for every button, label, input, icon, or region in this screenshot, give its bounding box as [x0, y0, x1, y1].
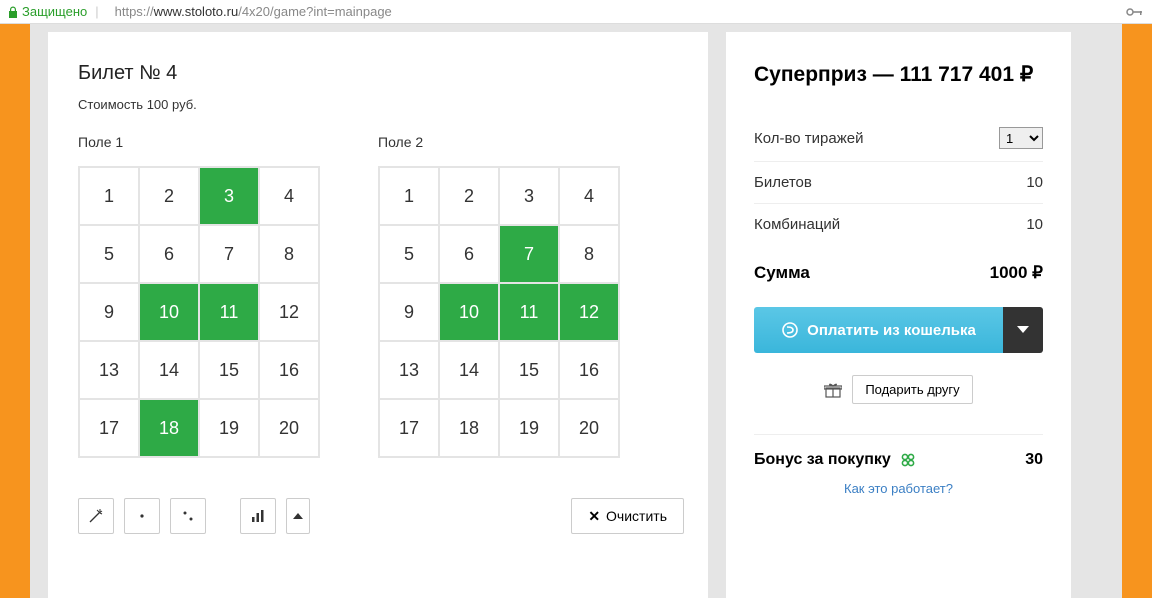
lock-icon — [8, 6, 18, 18]
number-cell-10[interactable]: 10 — [439, 283, 499, 341]
superprize-title: Суперприз — 111 717 401 ₽ — [754, 62, 1043, 87]
bonus-row: Бонус за покупку 30 — [754, 434, 1043, 469]
key-icon — [1126, 6, 1144, 18]
dice-2-icon — [180, 508, 196, 524]
number-cell-18[interactable]: 18 — [439, 399, 499, 457]
tickets-label: Билетов — [754, 174, 812, 191]
bar-chart-icon — [250, 508, 266, 524]
url-text: https://www.stoloto.ru/4x20/game?int=mai… — [115, 4, 392, 19]
number-cell-13[interactable]: 13 — [79, 341, 139, 399]
number-cell-20[interactable]: 20 — [259, 399, 319, 457]
combos-value: 10 — [1026, 216, 1043, 233]
sum-label: Сумма — [754, 263, 810, 283]
number-cell-14[interactable]: 14 — [439, 341, 499, 399]
sum-row: Сумма 1000 ₽ — [754, 263, 1043, 283]
number-cell-3[interactable]: 3 — [499, 167, 559, 225]
pay-button[interactable]: Оплатить из кошелька — [754, 307, 1003, 353]
toolbar: ✕ Очистить — [78, 498, 684, 534]
wallet-icon — [781, 321, 799, 339]
gift-button[interactable]: Подарить другу — [852, 375, 972, 404]
number-cell-19[interactable]: 19 — [499, 399, 559, 457]
gift-icon — [824, 382, 842, 398]
number-cell-9[interactable]: 9 — [379, 283, 439, 341]
number-cell-17[interactable]: 17 — [79, 399, 139, 457]
gift-row: Подарить другу — [754, 375, 1043, 404]
pay-wrap: Оплатить из кошелька — [754, 307, 1043, 353]
bonus-label: Бонус за покупку — [754, 451, 891, 469]
number-cell-2[interactable]: 2 — [139, 167, 199, 225]
clear-label: Очистить — [606, 508, 667, 524]
bonus-value: 30 — [1025, 451, 1043, 469]
ticket-title: Билет № 4 — [78, 62, 684, 85]
number-cell-15[interactable]: 15 — [199, 341, 259, 399]
number-cell-19[interactable]: 19 — [199, 399, 259, 457]
number-cell-12[interactable]: 12 — [259, 283, 319, 341]
pay-label: Оплатить из кошелька — [807, 322, 976, 339]
draws-select[interactable]: 1 — [999, 127, 1043, 149]
magic-wand-icon — [87, 507, 105, 525]
clear-button[interactable]: ✕ Очистить — [571, 498, 684, 534]
number-cell-1[interactable]: 1 — [79, 167, 139, 225]
pay-dropdown[interactable] — [1003, 307, 1043, 353]
dice-2-button[interactable] — [170, 498, 206, 534]
number-cell-4[interactable]: 4 — [259, 167, 319, 225]
ticket-cost: Стоимость 100 руб. — [78, 97, 684, 112]
secure-indicator: Защищено — [8, 4, 87, 19]
number-cell-18[interactable]: 18 — [139, 399, 199, 457]
tickets-value: 10 — [1026, 174, 1043, 191]
number-cell-12[interactable]: 12 — [559, 283, 619, 341]
dice-1-icon — [134, 508, 150, 524]
number-cell-13[interactable]: 13 — [379, 341, 439, 399]
number-cell-6[interactable]: 6 — [139, 225, 199, 283]
edge-left — [0, 24, 30, 598]
number-cell-4[interactable]: 4 — [559, 167, 619, 225]
number-cell-7[interactable]: 7 — [199, 225, 259, 283]
number-cell-6[interactable]: 6 — [439, 225, 499, 283]
caret-down-icon — [1017, 326, 1029, 334]
number-cell-5[interactable]: 5 — [379, 225, 439, 283]
grid-2: 1234567891011121314151617181920 — [378, 166, 620, 458]
number-cell-15[interactable]: 15 — [499, 341, 559, 399]
magic-wand-button[interactable] — [78, 498, 114, 534]
ticket-panel: Билет № 4 Стоимость 100 руб. Поле 1 1234… — [48, 32, 708, 598]
close-icon: ✕ — [588, 508, 600, 525]
number-cell-7[interactable]: 7 — [499, 225, 559, 283]
number-cell-2[interactable]: 2 — [439, 167, 499, 225]
number-cell-16[interactable]: 16 — [259, 341, 319, 399]
secure-label: Защищено — [22, 4, 87, 19]
draws-label: Кол-во тиражей — [754, 130, 864, 147]
number-cell-11[interactable]: 11 — [499, 283, 559, 341]
how-it-works-link[interactable]: Как это работает? — [754, 481, 1043, 496]
field-1: Поле 1 1234567891011121314151617181920 — [78, 134, 320, 458]
summary-panel: Суперприз — 111 717 401 ₽ Кол-во тиражей… — [726, 32, 1071, 598]
number-cell-3[interactable]: 3 — [199, 167, 259, 225]
grid-1: 1234567891011121314151617181920 — [78, 166, 320, 458]
number-cell-8[interactable]: 8 — [559, 225, 619, 283]
field-2: Поле 2 1234567891011121314151617181920 — [378, 134, 620, 458]
number-cell-5[interactable]: 5 — [79, 225, 139, 283]
draws-row: Кол-во тиражей 1 — [754, 115, 1043, 162]
url-bar: Защищено | https://www.stoloto.ru/4x20/g… — [0, 0, 1152, 24]
combos-row: Комбинаций 10 — [754, 204, 1043, 245]
number-cell-17[interactable]: 17 — [379, 399, 439, 457]
number-cell-11[interactable]: 11 — [199, 283, 259, 341]
number-cell-9[interactable]: 9 — [79, 283, 139, 341]
clover-icon — [899, 451, 917, 469]
number-cell-1[interactable]: 1 — [379, 167, 439, 225]
number-cell-16[interactable]: 16 — [559, 341, 619, 399]
expand-button[interactable] — [286, 498, 310, 534]
field-1-label: Поле 1 — [78, 134, 320, 150]
number-cell-10[interactable]: 10 — [139, 283, 199, 341]
field-2-label: Поле 2 — [378, 134, 620, 150]
edge-right — [1122, 24, 1152, 598]
dice-1-button[interactable] — [124, 498, 160, 534]
tickets-row: Билетов 10 — [754, 162, 1043, 204]
number-cell-20[interactable]: 20 — [559, 399, 619, 457]
combos-label: Комбинаций — [754, 216, 840, 233]
caret-up-icon — [293, 513, 303, 519]
stats-button[interactable] — [240, 498, 276, 534]
sum-value: 1000 ₽ — [990, 263, 1043, 283]
number-cell-14[interactable]: 14 — [139, 341, 199, 399]
number-cell-8[interactable]: 8 — [259, 225, 319, 283]
